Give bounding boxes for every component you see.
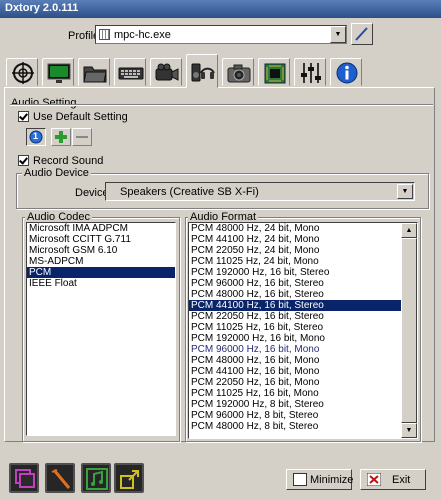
tab-config[interactable]	[294, 58, 326, 86]
audio-setting-divider	[10, 104, 433, 106]
camera-icon	[227, 64, 251, 83]
wand-icon	[51, 469, 71, 489]
tab-audio-setting[interactable]	[186, 54, 218, 88]
keyboard-icon	[118, 67, 144, 80]
window-title: Dxtory 2.0.111	[5, 2, 79, 14]
list-item[interactable]: PCM 192000 Hz, 16 bit, Mono	[189, 333, 401, 344]
list-item[interactable]: PCM 192000 Hz, 8 bit, Stereo	[189, 399, 401, 410]
profile-value: mpc-hc.exe	[114, 29, 171, 41]
video-camera-icon	[155, 63, 179, 81]
crosshair-icon	[12, 62, 34, 84]
list-item[interactable]: MS-ADPCM	[27, 256, 175, 267]
executable-icon	[99, 29, 110, 40]
device-select[interactable]: Speakers (Creative SB X-Fi) ▼	[105, 182, 415, 201]
title-bar: Dxtory 2.0.111	[0, 0, 441, 18]
device-label: Device	[75, 187, 109, 199]
exit-label: Exit	[392, 474, 411, 486]
list-item[interactable]: PCM 11025 Hz, 16 bit, Stereo	[189, 322, 401, 333]
media-button[interactable]	[81, 463, 111, 493]
scroll-thumb[interactable]	[401, 238, 417, 423]
minimize-button[interactable]: Minimize	[286, 469, 354, 490]
overlay-toggle-button[interactable]	[9, 463, 39, 493]
list-item[interactable]: PCM 96000 Hz, 8 bit, Stereo	[189, 410, 401, 421]
list-item[interactable]: PCM 22050 Hz, 24 bit, Mono	[189, 245, 401, 256]
add-profile-button[interactable]	[51, 128, 71, 146]
scroll-down-icon[interactable]: ▼	[401, 423, 417, 438]
export-button[interactable]	[114, 463, 144, 493]
tab-screenshot[interactable]	[222, 58, 254, 86]
monitor-icon	[47, 63, 71, 83]
scroll-up-icon[interactable]: ▲	[401, 223, 417, 238]
use-default-checkbox[interactable]	[18, 111, 29, 122]
audio-device-title: Audio Device	[22, 167, 91, 179]
tab-video[interactable]	[42, 58, 74, 86]
audio-codec-list: Microsoft IMA ADPCM Microsoft CCITT G.711…	[26, 222, 176, 436]
tab-info[interactable]	[330, 58, 362, 86]
list-item[interactable]: PCM 11025 Hz, 16 bit, Mono	[189, 388, 401, 399]
tab-folder[interactable]	[78, 58, 110, 86]
list-item[interactable]: PCM 48000 Hz, 8 bit, Stereo	[189, 421, 401, 432]
audio-format-scrollbar[interactable]: ▲ ▼	[401, 223, 417, 438]
tab-overlay[interactable]	[6, 58, 38, 86]
tab-hotkey[interactable]	[114, 58, 146, 86]
list-item[interactable]: PCM 48000 Hz, 24 bit, Mono	[189, 223, 401, 234]
use-default-label: Use Default Setting	[33, 111, 128, 123]
chip-icon	[264, 63, 286, 84]
chevron-down-icon[interactable]: ▼	[397, 184, 413, 199]
tab-advanced[interactable]	[258, 58, 290, 86]
list-item[interactable]: PCM 44100 Hz, 16 bit, Stereo	[189, 300, 401, 311]
edit-profile-button[interactable]	[351, 23, 373, 45]
record-sound-label: Record Sound	[33, 155, 104, 167]
remove-profile-button[interactable]	[72, 128, 92, 146]
list-item[interactable]: PCM	[27, 267, 175, 278]
list-item[interactable]: PCM 44100 Hz, 24 bit, Mono	[189, 234, 401, 245]
export-icon	[120, 470, 139, 489]
profile-select[interactable]: mpc-hc.exe ▼	[95, 25, 347, 44]
window-stack-icon	[15, 469, 35, 488]
minimize-label: Minimize	[310, 474, 354, 486]
list-item[interactable]: PCM 96000 Hz, 16 bit, Stereo	[189, 278, 401, 289]
sliders-icon	[301, 63, 321, 83]
headphones-speaker-icon	[191, 63, 215, 82]
list-item[interactable]: PCM 96000 Hz, 16 bit, Mono	[189, 344, 401, 355]
profile-slot-button[interactable]: 1	[26, 128, 46, 146]
exit-button[interactable]: Exit	[360, 469, 426, 490]
minimize-window-icon	[293, 473, 307, 486]
list-item[interactable]: PCM 48000 Hz, 16 bit, Stereo	[189, 289, 401, 300]
audio-setting-title: Audio Setting	[11, 97, 77, 109]
audio-format-list: PCM 48000 Hz, 24 bit, Mono PCM 44100 Hz, …	[188, 222, 418, 439]
list-item[interactable]: Microsoft CCITT G.711	[27, 234, 175, 245]
folder-icon	[83, 66, 107, 83]
list-item[interactable]: PCM 22050 Hz, 16 bit, Mono	[189, 377, 401, 388]
list-item[interactable]: Microsoft GSM 6.10	[27, 245, 175, 256]
minus-icon	[76, 136, 88, 138]
list-item[interactable]: PCM 44100 Hz, 16 bit, Mono	[189, 366, 401, 377]
tab-movie-setting[interactable]	[150, 58, 182, 86]
pencil-icon	[355, 27, 368, 41]
chevron-down-icon[interactable]: ▼	[330, 26, 346, 43]
list-item[interactable]: PCM 48000 Hz, 16 bit, Mono	[189, 355, 401, 366]
device-value: Speakers (Creative SB X-Fi)	[120, 186, 259, 198]
profile-number: 1	[33, 131, 39, 141]
tool-button[interactable]	[45, 463, 75, 493]
music-note-icon	[86, 468, 108, 490]
info-icon	[336, 62, 358, 84]
close-icon	[367, 473, 381, 486]
list-item[interactable]: PCM 22050 Hz, 16 bit, Stereo	[189, 311, 401, 322]
list-item[interactable]: PCM 11025 Hz, 24 bit, Mono	[189, 256, 401, 267]
list-item[interactable]: IEEE Float	[27, 278, 175, 289]
plus-icon	[55, 131, 67, 143]
list-item[interactable]: Microsoft IMA ADPCM	[27, 223, 175, 234]
list-item[interactable]: PCM 192000 Hz, 16 bit, Stereo	[189, 267, 401, 278]
tab-bar	[6, 54, 366, 88]
record-sound-checkbox[interactable]	[18, 155, 29, 166]
